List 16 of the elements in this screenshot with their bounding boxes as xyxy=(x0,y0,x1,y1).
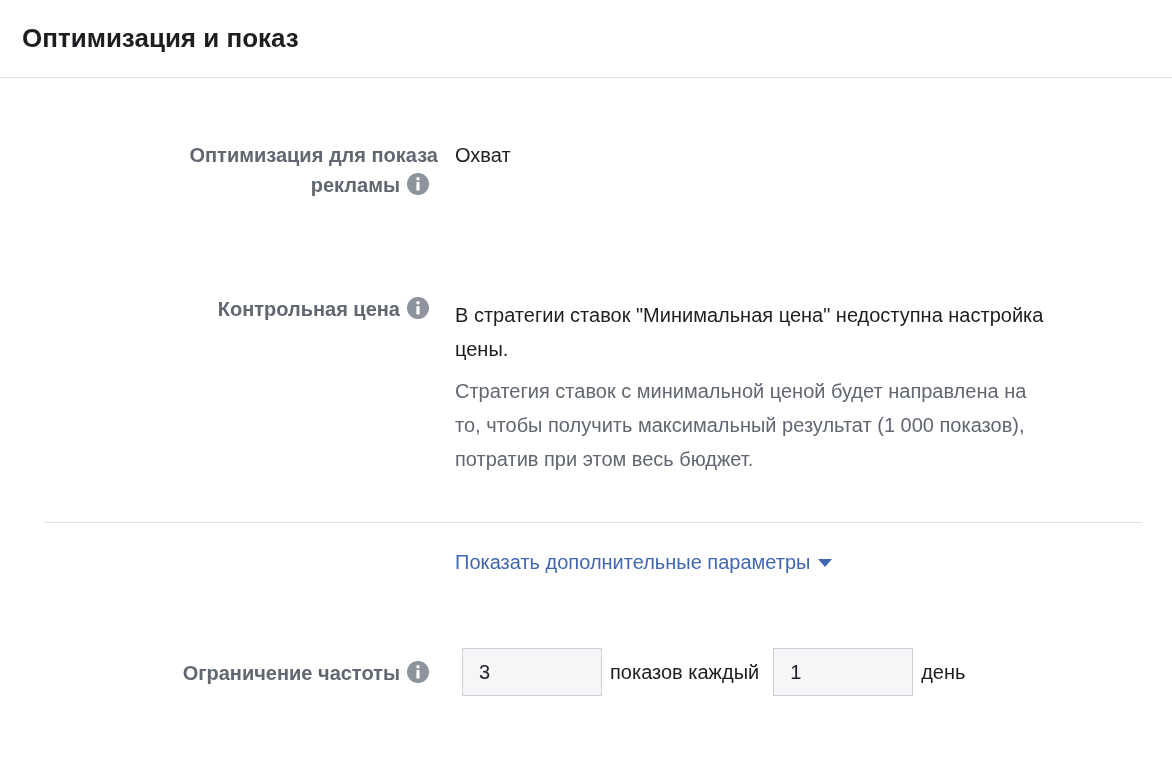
info-icon[interactable] xyxy=(406,172,430,196)
more-options-link[interactable]: Показать дополнительные параметры xyxy=(455,551,833,574)
impressions-text: показов каждый xyxy=(610,660,760,684)
field-label: Ограничение частоты xyxy=(148,658,438,688)
field-label: Контрольная цена xyxy=(148,294,438,476)
section-title: Оптимизация и показ xyxy=(22,23,299,54)
field-label: Оптимизация для показа рекламы xyxy=(188,143,438,198)
caret-icon xyxy=(818,558,833,567)
impressions-input[interactable]: 3 xyxy=(462,648,602,696)
info-icon[interactable] xyxy=(406,296,430,320)
days-input[interactable]: 1 xyxy=(773,648,914,696)
field-note: Стратегия ставок с минимальной ценой будет направлена на то, чтобы получить максимальный результат (1 000 показов), потратив при этом весь бюджет. xyxy=(455,379,1028,472)
field-value: В стратегии ставок "Минимальная цена" недоступна настройка цены. xyxy=(455,303,1045,362)
info-icon[interactable] xyxy=(406,660,430,684)
field-value: Охват xyxy=(455,143,512,168)
day-text: день xyxy=(921,660,966,684)
